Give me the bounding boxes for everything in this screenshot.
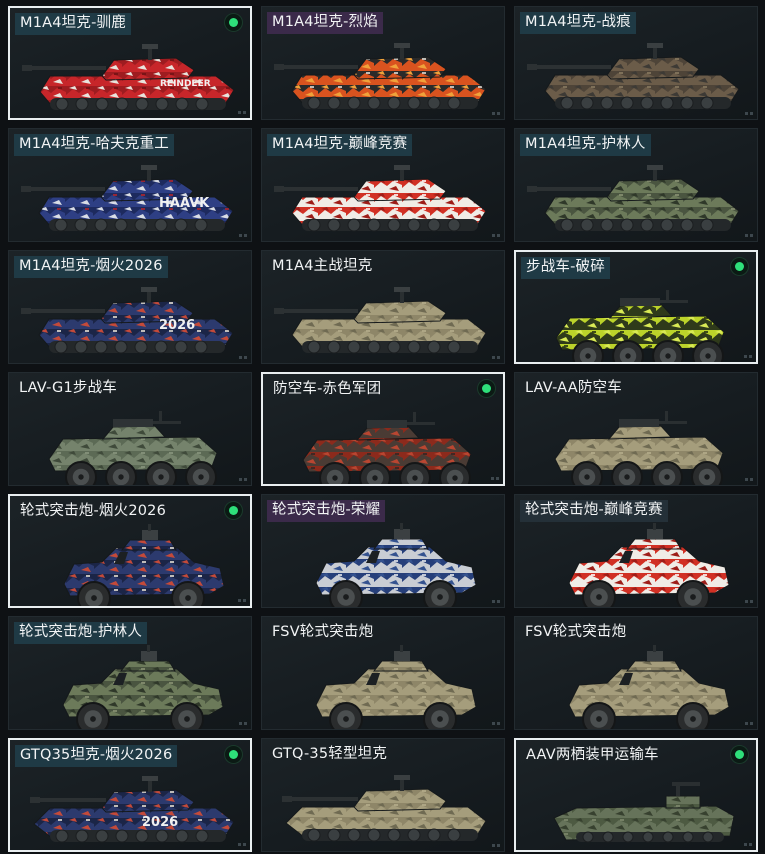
vehicle-image: REINDEER — [10, 30, 250, 118]
skin-card[interactable]: REINDEER M1A4坦克-驯鹿 — [8, 6, 252, 120]
skin-card[interactable]: 轮式突击炮-荣耀 — [261, 494, 505, 608]
skin-card[interactable]: HAAVK M1A4坦克-哈夫克重工 — [8, 128, 252, 242]
svg-text:REINDEER: REINDEER — [160, 79, 211, 89]
skin-card[interactable]: M1A4坦克-巅峰竞赛 — [261, 128, 505, 242]
vehicle-image — [515, 151, 757, 241]
equipped-indicator-icon — [731, 258, 748, 275]
vehicle-image — [515, 639, 757, 729]
skin-card[interactable]: LAV-AA防空车 — [514, 372, 758, 486]
skin-name: 轮式突击炮-荣耀 — [267, 500, 386, 522]
more-dots-icon — [750, 722, 753, 725]
skin-name: M1A4坦克-巅峰竞赛 — [267, 134, 413, 156]
skin-name: M1A4主战坦克 — [272, 258, 373, 274]
equipped-indicator-icon — [225, 746, 242, 763]
equipped-indicator-icon — [731, 746, 748, 763]
more-dots-icon — [750, 478, 753, 481]
skin-name: M1A4坦克-战痕 — [520, 12, 636, 34]
skin-card[interactable]: GTQ-35轻型坦克 — [261, 738, 505, 852]
skin-name: 轮式突击炮-烟火2026 — [20, 503, 167, 519]
skin-name: M1A4坦克-驯鹿 — [15, 13, 131, 35]
more-dots-icon — [497, 722, 500, 725]
skin-name: LAV-AA防空车 — [525, 380, 622, 396]
more-dots-icon — [497, 356, 500, 359]
more-dots-icon — [749, 355, 752, 358]
more-dots-icon — [244, 234, 247, 237]
more-dots-icon — [497, 844, 500, 847]
svg-text:2026: 2026 — [159, 318, 195, 333]
vehicle-image — [516, 274, 756, 362]
vehicle-image — [515, 29, 757, 119]
skin-name: M1A4坦克-哈夫克重工 — [14, 134, 175, 156]
skin-card[interactable]: FSV轮式突击炮 — [514, 616, 758, 730]
skin-card[interactable]: 轮式突击炮-护林人 — [8, 616, 252, 730]
skin-name: 轮式突击炮-巅峰竞赛 — [520, 500, 668, 522]
svg-text:HAAVK: HAAVK — [159, 196, 210, 211]
more-dots-icon — [244, 722, 247, 725]
more-dots-icon — [497, 112, 500, 115]
more-dots-icon — [497, 234, 500, 237]
vehicle-image — [262, 761, 504, 851]
more-dots-icon — [496, 477, 499, 480]
skin-name: GTQ35坦克-烟火2026 — [15, 745, 178, 767]
more-dots-icon — [243, 111, 246, 114]
vehicle-image — [10, 518, 250, 606]
skin-name: M1A4坦克-护林人 — [520, 134, 651, 156]
skin-card[interactable]: 步战车-破碎 — [514, 250, 758, 364]
vehicle-skin-grid: REINDEER M1A4坦克-驯鹿 M1A4坦克-烈焰 M1A4坦克-战痕 H… — [0, 0, 765, 854]
skin-card[interactable]: M1A4主战坦克 — [261, 250, 505, 364]
equipped-indicator-icon — [478, 380, 495, 397]
more-dots-icon — [243, 843, 246, 846]
vehicle-image — [9, 639, 251, 729]
skin-card[interactable]: AAV两栖装甲运输车 — [514, 738, 758, 852]
more-dots-icon — [243, 599, 246, 602]
vehicle-image: 2026 — [10, 762, 250, 850]
skin-card[interactable]: M1A4坦克-烈焰 — [261, 6, 505, 120]
more-dots-icon — [497, 600, 500, 603]
skin-card[interactable]: 轮式突击炮-烟火2026 — [8, 494, 252, 608]
skin-name: 防空车-赤色军团 — [273, 381, 382, 397]
skin-name: GTQ-35轻型坦克 — [272, 746, 388, 762]
more-dots-icon — [244, 478, 247, 481]
skin-card[interactable]: M1A4坦克-战痕 — [514, 6, 758, 120]
equipped-indicator-icon — [225, 14, 242, 31]
more-dots-icon — [244, 356, 247, 359]
vehicle-image — [262, 517, 504, 607]
vehicle-image — [262, 639, 504, 729]
vehicle-image: 2026 — [9, 273, 251, 363]
skin-name: FSV轮式突击炮 — [272, 624, 374, 640]
skin-card[interactable]: 防空车-赤色军团 — [261, 372, 505, 486]
skin-name: 步战车-破碎 — [521, 257, 610, 279]
skin-name: 轮式突击炮-护林人 — [14, 622, 148, 644]
more-dots-icon — [749, 843, 752, 846]
vehicle-image — [263, 396, 503, 484]
skin-name: LAV-G1步战车 — [19, 380, 117, 396]
skin-card[interactable]: M1A4坦克-护林人 — [514, 128, 758, 242]
skin-card[interactable]: 轮式突击炮-巅峰竞赛 — [514, 494, 758, 608]
vehicle-image — [262, 273, 504, 363]
vehicle-image — [262, 29, 504, 119]
skin-card[interactable]: FSV轮式突击炮 — [261, 616, 505, 730]
skin-name: AAV两栖装甲运输车 — [526, 747, 659, 763]
skin-name: M1A4坦克-烈焰 — [267, 12, 383, 34]
skin-card[interactable]: LAV-G1步战车 — [8, 372, 252, 486]
vehicle-image — [9, 395, 251, 485]
skin-name: M1A4坦克-烟火2026 — [14, 256, 168, 278]
skin-card[interactable]: 2026 M1A4坦克-烟火2026 — [8, 250, 252, 364]
vehicle-image — [515, 517, 757, 607]
vehicle-image — [516, 762, 756, 850]
more-dots-icon — [750, 234, 753, 237]
more-dots-icon — [750, 112, 753, 115]
vehicle-image — [515, 395, 757, 485]
more-dots-icon — [750, 600, 753, 603]
skin-card[interactable]: 2026 GTQ35坦克-烟火2026 — [8, 738, 252, 852]
skin-name: FSV轮式突击炮 — [525, 624, 627, 640]
equipped-indicator-icon — [225, 502, 242, 519]
vehicle-image — [262, 151, 504, 241]
vehicle-image: HAAVK — [9, 151, 251, 241]
svg-text:2026: 2026 — [142, 815, 178, 830]
